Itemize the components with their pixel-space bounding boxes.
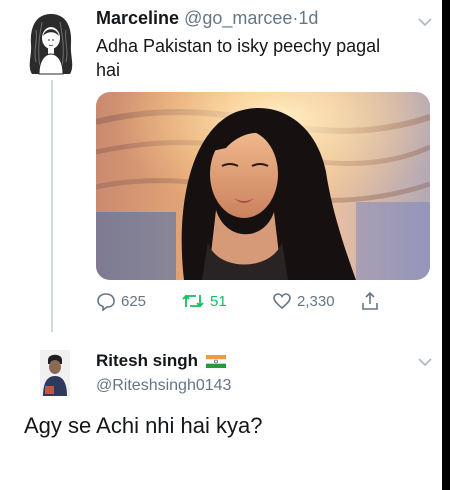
reply-tweet[interactable]: Ritesh singh @Riteshsingh0143 Agy se Ach…	[0, 335, 450, 490]
like-count: 2,330	[297, 292, 335, 310]
share-button[interactable]	[360, 290, 380, 312]
heart-icon	[272, 291, 292, 311]
reply-author-row: Ritesh singh	[96, 351, 227, 371]
reply-count: 625	[121, 292, 147, 310]
retweet-icon	[181, 291, 205, 311]
tweet-image[interactable]	[96, 92, 430, 280]
screen-edge	[442, 0, 450, 490]
reply-text: Agy se Achi nhi hai kya?	[24, 413, 263, 438]
india-flag-icon	[206, 354, 227, 368]
author-handle[interactable]: @Riteshsingh0143	[96, 377, 231, 395]
avatar[interactable]	[24, 10, 78, 76]
tweet[interactable]: Marceline @go_marcee·1d Adha Pakistan to…	[0, 0, 450, 335]
comment-icon	[96, 291, 116, 311]
like-button[interactable]: 2,330	[272, 290, 335, 312]
tweet-header: Marceline @go_marcee·1d	[96, 8, 318, 29]
thread-line	[51, 80, 53, 332]
chevron-down-icon[interactable]	[418, 354, 432, 367]
author-name[interactable]: Ritesh singh	[96, 351, 198, 371]
author-name[interactable]: Marceline	[96, 8, 179, 28]
avatar[interactable]	[40, 350, 70, 396]
reply-button[interactable]: 625	[96, 290, 146, 312]
tweet-actions: 625 51 2,330	[96, 290, 396, 312]
share-icon	[360, 291, 380, 311]
chevron-down-icon[interactable]	[418, 14, 432, 27]
author-handle[interactable]: @go_marcee	[184, 8, 292, 28]
timestamp[interactable]: 1d	[298, 8, 318, 28]
retweet-button[interactable]: 51	[181, 290, 227, 312]
retweet-count: 51	[210, 292, 227, 310]
tweet-text: Adha Pakistan to isky peechy pagal hai	[96, 36, 381, 80]
